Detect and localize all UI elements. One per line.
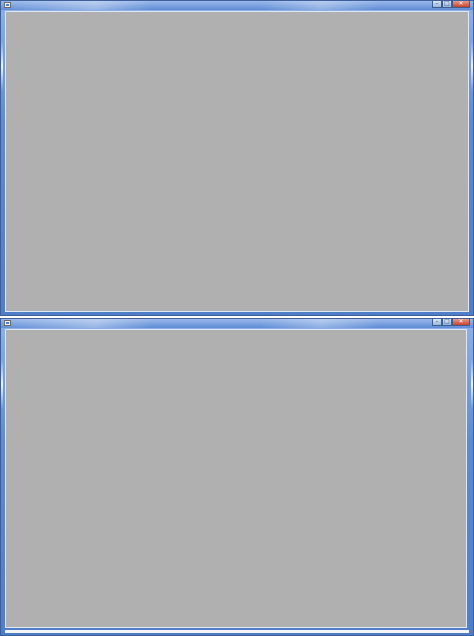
app-window-icon[interactable]	[4, 320, 11, 326]
maximize-icon: □	[444, 0, 450, 7]
minimize-icon: –	[435, 0, 439, 7]
close-icon: ✕	[458, 318, 464, 325]
minimize-button[interactable]: –	[432, 319, 442, 326]
frame-gloss-left	[1, 359, 3, 409]
caption-buttons: – □ ✕	[432, 319, 470, 326]
maximize-button[interactable]: □	[442, 319, 452, 326]
window-bottom: – □ ✕	[0, 318, 474, 636]
minimize-icon: –	[435, 318, 439, 325]
maximize-button[interactable]: □	[442, 1, 452, 8]
close-icon: ✕	[458, 0, 464, 7]
client-area[interactable]	[5, 329, 467, 628]
frame-gloss-right	[471, 359, 473, 409]
title-bar[interactable]: – □ ✕	[1, 319, 473, 328]
maximize-icon: □	[444, 318, 450, 325]
app-window-icon[interactable]	[4, 2, 11, 8]
client-area[interactable]	[5, 11, 469, 312]
title-bar[interactable]: – □ ✕	[1, 1, 473, 10]
frame-gloss-right	[471, 41, 473, 91]
close-button[interactable]: ✕	[452, 319, 470, 326]
bottom-edge-strip	[5, 630, 469, 633]
frame-gloss-left	[1, 41, 3, 91]
minimize-button[interactable]: –	[432, 1, 442, 8]
window-top: – □ ✕	[0, 0, 474, 316]
caption-buttons: – □ ✕	[432, 1, 470, 8]
close-button[interactable]: ✕	[452, 1, 470, 8]
